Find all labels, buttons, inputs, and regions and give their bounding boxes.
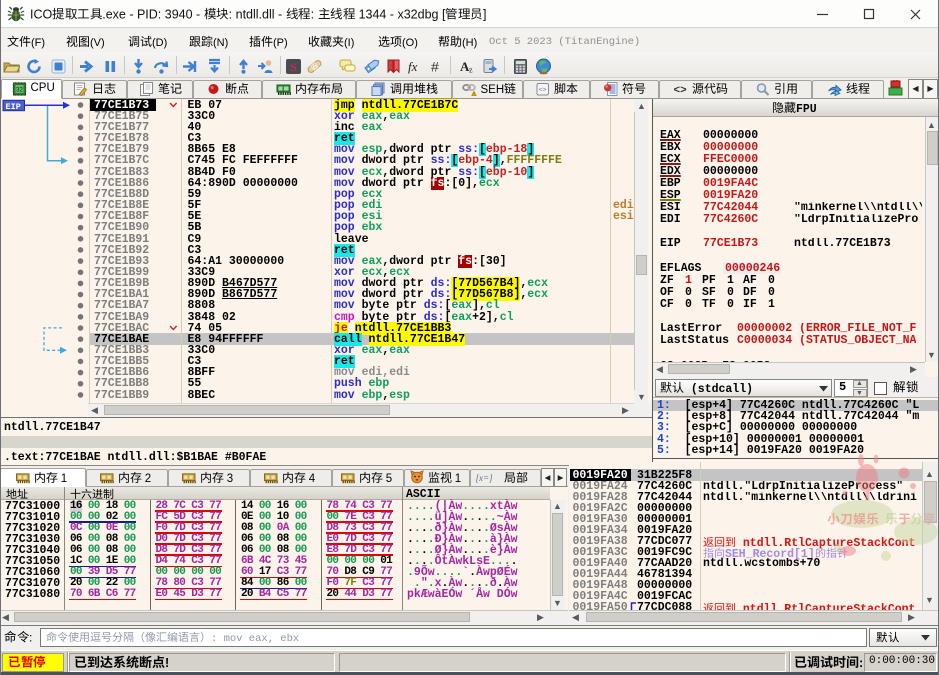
svg-text:fx: fx — [408, 59, 418, 74]
svg-text:<>: <> — [539, 87, 547, 94]
svg-text:#: # — [431, 59, 439, 75]
svg-text:S: S — [290, 60, 297, 74]
svg-text:32: 32 — [16, 88, 23, 94]
svg-text:z: z — [469, 66, 473, 75]
svg-text:<>: <> — [673, 85, 687, 96]
svg-text:EIP: EIP — [6, 102, 21, 112]
